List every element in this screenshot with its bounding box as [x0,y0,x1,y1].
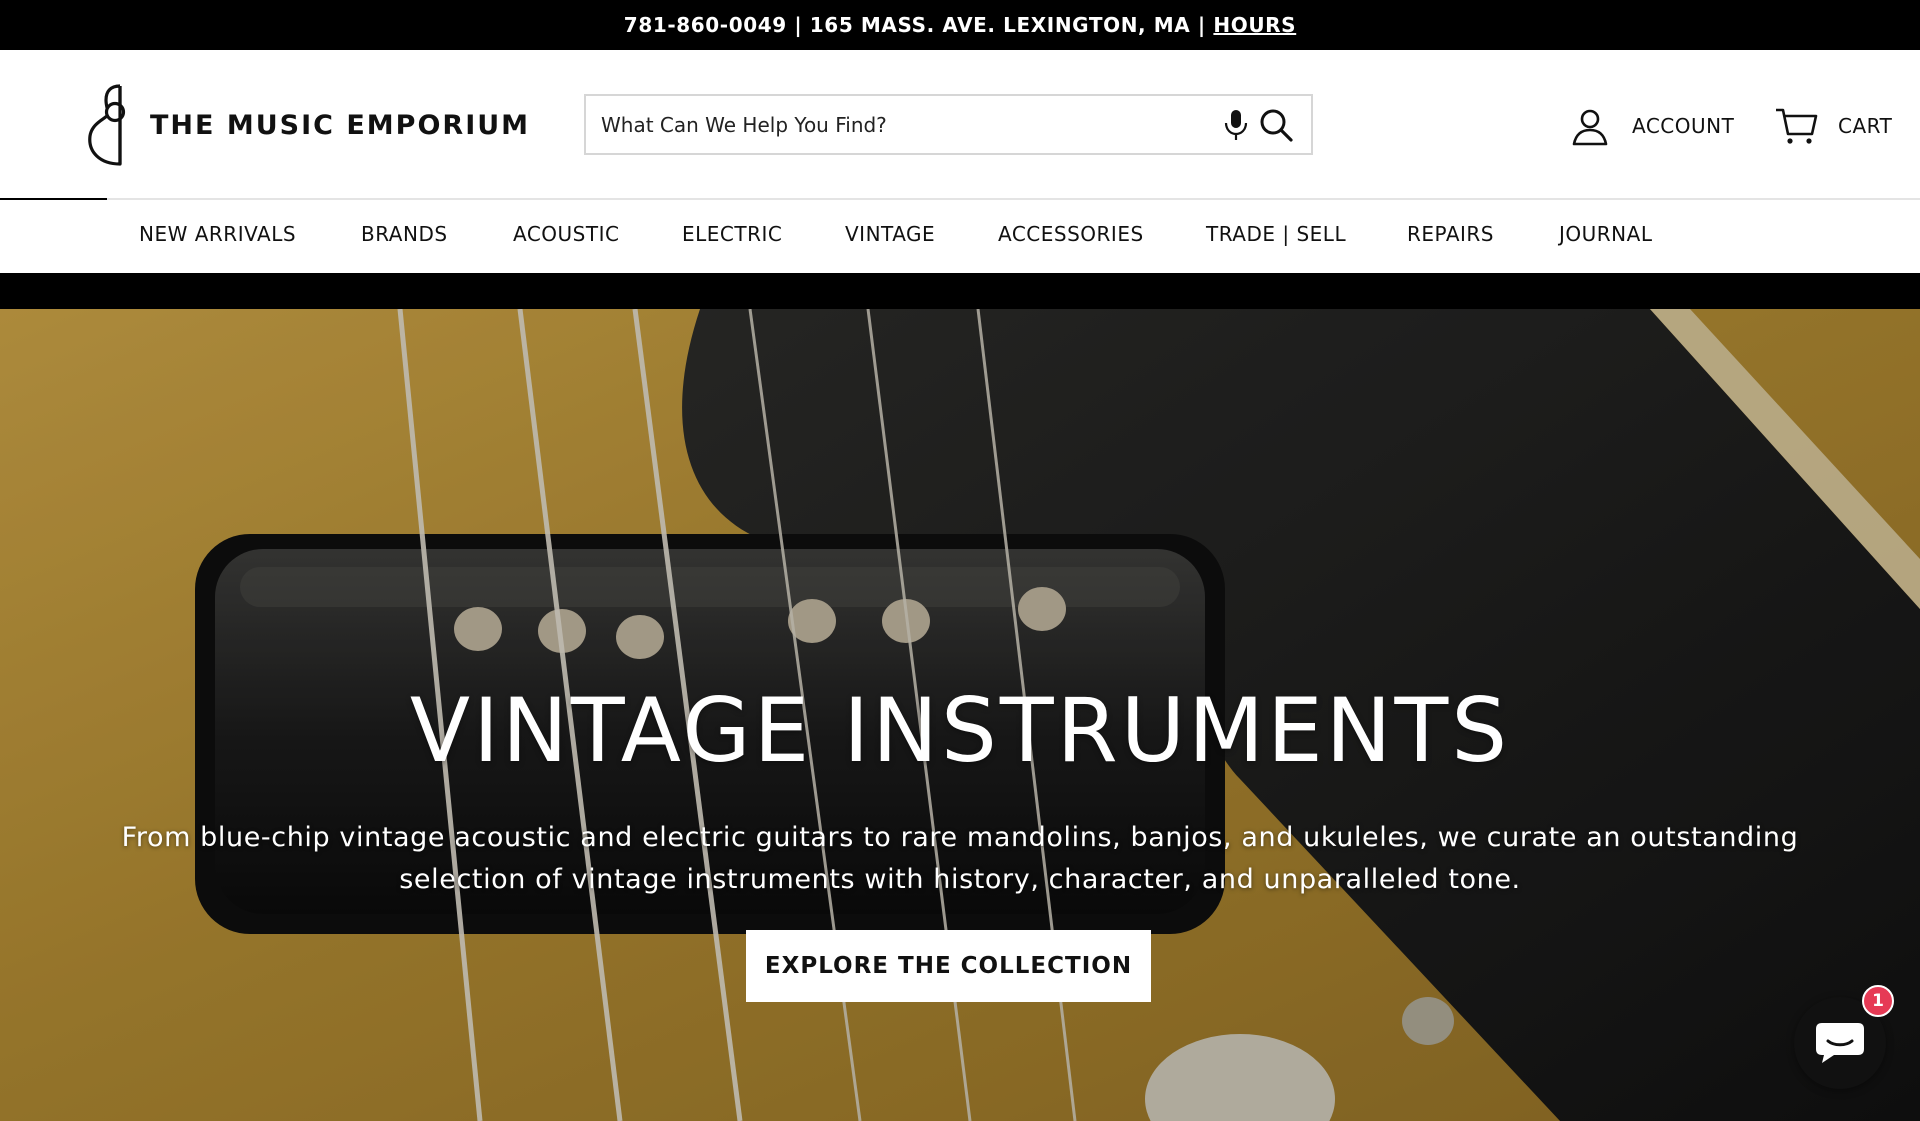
nav-item-vintage[interactable]: VINTAGE [845,222,935,246]
chat-notification-badge: 1 [1862,985,1894,1017]
site-header: THE MUSIC EMPORIUM ACCOUNT CART [0,50,1920,198]
search-bar [584,94,1313,155]
hero-subtitle: From blue-chip vintage acoustic and elec… [121,822,1799,895]
cart-link[interactable]: CART [1774,106,1892,146]
main-nav: NEW ARRIVALS BRANDS ACOUSTIC ELECTRIC VI… [0,200,1920,273]
cart-label: CART [1838,114,1893,138]
hero-top-band [0,273,1920,309]
nav-item-accessories[interactable]: ACCESSORIES [998,222,1144,246]
nav-item-new-arrivals[interactable]: NEW ARRIVALS [139,222,296,246]
hours-link[interactable]: HOURS [1213,13,1296,37]
account-link[interactable]: ACCOUNT [1570,106,1734,146]
guitar-outline-logo-icon [88,84,126,166]
nav-item-acoustic[interactable]: ACOUSTIC [513,222,619,246]
nav-item-trade-sell[interactable]: TRADE | SELL [1206,222,1346,246]
nav-item-brands[interactable]: BRANDS [361,222,448,246]
hero-title: VINTAGE INSTRUMENTS [409,679,1511,782]
search-icon[interactable] [1259,108,1293,142]
microphone-icon[interactable] [1223,108,1249,142]
search-input[interactable] [601,112,1223,137]
nav-item-electric[interactable]: ELECTRIC [682,222,782,246]
store-contact-info: 781-860-0049 | 165 MASS. AVE. LEXINGTON,… [623,13,1214,37]
account-label: ACCOUNT [1632,114,1735,138]
brand-name: THE MUSIC EMPORIUM [150,109,531,141]
explore-collection-button[interactable]: EXPLORE THE COLLECTION [746,930,1151,1002]
hero-banner: VINTAGE INSTRUMENTS From blue-chip vinta… [0,309,1920,1121]
chat-bubble-icon [1816,1023,1864,1063]
nav-item-repairs[interactable]: REPAIRS [1407,222,1494,246]
cart-icon [1776,108,1818,144]
brand-logo[interactable]: THE MUSIC EMPORIUM [84,82,530,168]
nav-item-journal[interactable]: JOURNAL [1559,222,1652,246]
announcement-bar: 781-860-0049 | 165 MASS. AVE. LEXINGTON,… [0,0,1920,50]
user-icon [1572,109,1608,146]
